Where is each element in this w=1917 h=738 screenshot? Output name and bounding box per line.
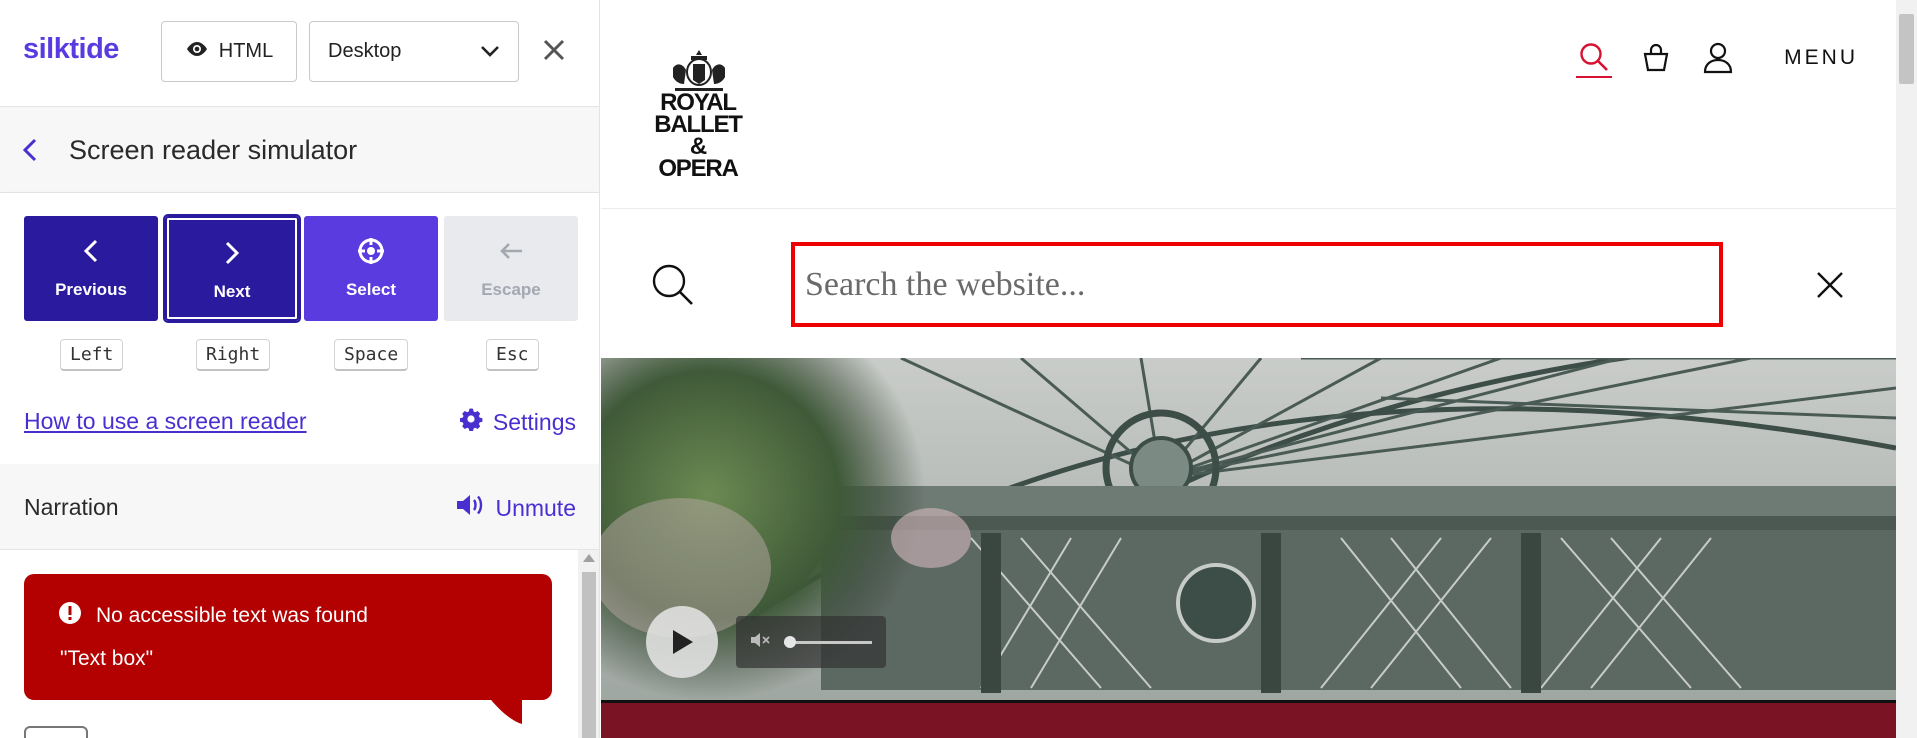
controls-section: Previous Next Select Escape Left Right S… xyxy=(0,193,599,464)
scrollbar-thumb[interactable] xyxy=(582,572,596,738)
header-actions: MENU xyxy=(1576,38,1858,78)
escape-button[interactable]: Escape xyxy=(444,216,578,321)
close-search-icon[interactable] xyxy=(1816,271,1844,304)
warning-text: No accessible text was found xyxy=(96,604,368,627)
key-hint-left: Left xyxy=(60,339,124,371)
website-viewport: ROYAL BALLET & OPERA MENU xyxy=(601,0,1917,738)
chevron-down-icon xyxy=(480,40,500,63)
howto-link[interactable]: How to use a screen reader xyxy=(24,408,307,435)
page-title: Screen reader simulator xyxy=(69,135,358,165)
unmute-label: Unmute xyxy=(495,494,576,521)
warning-message: No accessible text was found xyxy=(58,601,368,631)
narration-body: No accessible text was found "Text box" xyxy=(0,550,599,738)
key-hint-right: Right xyxy=(196,339,271,371)
hero-bottom-band xyxy=(601,700,1896,738)
logo-text: ROYAL BALLET & OPERA xyxy=(648,91,748,182)
logo-line-2: BALLET & xyxy=(654,111,743,160)
menu-button[interactable]: MENU xyxy=(1784,46,1858,70)
site-header: ROYAL BALLET & OPERA MENU xyxy=(601,0,1896,209)
view-select-value: Desktop xyxy=(328,40,402,62)
select-button[interactable]: Select xyxy=(304,216,438,321)
play-icon xyxy=(673,630,693,654)
mute-icon[interactable] xyxy=(750,631,772,654)
volume-knob[interactable] xyxy=(784,635,796,648)
next-button[interactable]: Next xyxy=(163,214,301,323)
search-icon xyxy=(651,263,695,312)
narration-bubble: No accessible text was found "Text box" xyxy=(24,574,552,700)
panel-topbar: silktide HTML Desktop xyxy=(0,0,599,107)
search-input-container xyxy=(791,242,1723,327)
page-scrollbar-thumb[interactable] xyxy=(1899,14,1914,84)
unmute-button[interactable]: Unmute xyxy=(455,493,576,523)
next-label: Next xyxy=(213,282,251,301)
next-chip xyxy=(24,726,88,738)
search-input[interactable] xyxy=(805,265,1719,304)
settings-button[interactable]: Settings xyxy=(459,407,576,437)
close-icon[interactable] xyxy=(538,34,570,66)
chevron-left-icon xyxy=(83,234,99,268)
subheader: Screen reader simulator xyxy=(0,107,599,193)
gear-icon xyxy=(459,407,483,437)
speaker-icon xyxy=(455,493,485,523)
warning-icon xyxy=(58,601,82,631)
key-hint-space: Space xyxy=(334,339,409,371)
narrated-role: "Text box" xyxy=(60,647,154,670)
bubble-tail xyxy=(488,696,522,724)
chevron-right-icon xyxy=(224,236,240,270)
html-button-label: HTML xyxy=(218,40,274,62)
previous-label: Previous xyxy=(55,280,127,299)
previous-button[interactable]: Previous xyxy=(24,216,158,321)
eye-icon xyxy=(185,40,209,63)
play-button[interactable] xyxy=(646,606,718,678)
basket-icon[interactable] xyxy=(1638,38,1674,78)
screen-reader-panel: silktide HTML Desktop Screen reader simu… xyxy=(0,0,600,738)
html-view-button[interactable]: HTML xyxy=(161,21,297,82)
crest-icon xyxy=(673,50,725,91)
key-hint-esc: Esc xyxy=(486,339,539,371)
hero-video[interactable] xyxy=(601,358,1896,700)
scroll-up-arrow-icon[interactable] xyxy=(583,554,595,562)
volume-control[interactable] xyxy=(736,616,886,668)
arrow-left-icon xyxy=(498,234,524,268)
select-label: Select xyxy=(345,280,397,299)
logo-line-3: OPERA xyxy=(658,155,739,182)
header-search-icon[interactable] xyxy=(1576,38,1613,78)
account-icon[interactable] xyxy=(1700,38,1736,78)
silktide-logo[interactable]: silktide xyxy=(23,33,119,66)
view-select[interactable]: Desktop xyxy=(309,21,519,82)
crosshair-icon xyxy=(357,234,385,268)
narration-title: Narration xyxy=(24,494,119,520)
back-chevron-icon[interactable] xyxy=(22,137,46,163)
search-bar xyxy=(601,209,1896,357)
volume-slider[interactable] xyxy=(784,635,872,648)
narration-header: Narration Unmute xyxy=(0,464,599,550)
escape-label: Escape xyxy=(481,280,541,299)
page-scrollbar[interactable] xyxy=(1896,0,1917,738)
narration-scrollbar[interactable] xyxy=(578,550,599,738)
settings-label: Settings xyxy=(492,408,576,435)
royal-ballet-opera-logo[interactable]: ROYAL BALLET & OPERA xyxy=(648,48,758,182)
